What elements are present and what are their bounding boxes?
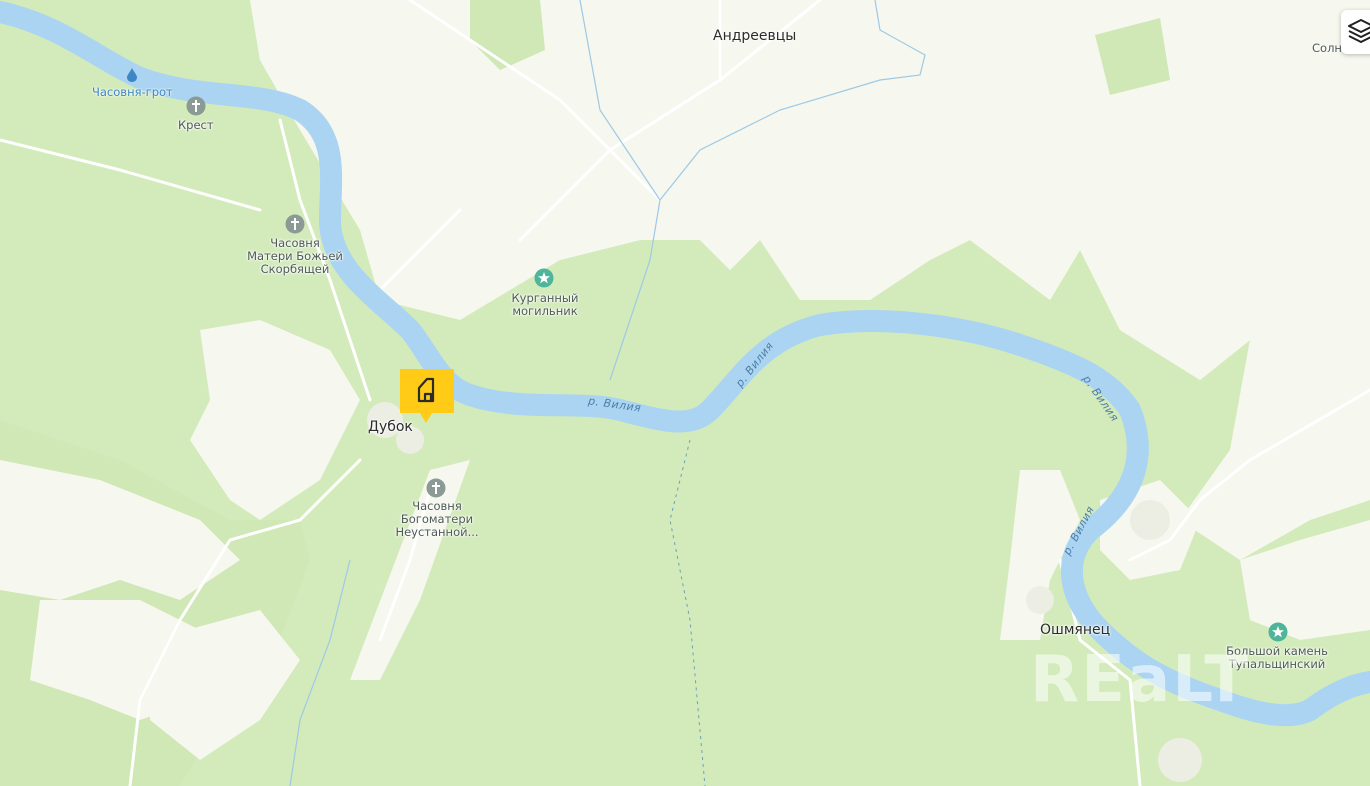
star-icon[interactable] xyxy=(1268,622,1288,643)
cross-icon[interactable] xyxy=(285,214,305,235)
map-view[interactable]: Андреевцы Дубок Ошмянец Солн Часовня-гро… xyxy=(0,0,1370,786)
star-icon[interactable] xyxy=(534,268,554,289)
layers-icon xyxy=(1348,19,1370,43)
poi-label-cross[interactable]: Крест xyxy=(178,119,214,132)
town-label-andreevtsy[interactable]: Андреевцы xyxy=(713,29,796,43)
poi-label-chapel-perpetual[interactable]: Часовня Богоматери Неустанной... xyxy=(392,500,482,539)
layers-button[interactable] xyxy=(1341,10,1370,54)
listing-marker[interactable] xyxy=(398,367,456,425)
cross-icon[interactable] xyxy=(186,96,206,117)
watermark: REaLT xyxy=(1030,643,1251,717)
cross-icon[interactable] xyxy=(426,478,446,499)
town-label-oshmyanets[interactable]: Ошмянец xyxy=(1040,623,1110,637)
house-icon xyxy=(400,369,454,423)
poi-label-chapel-sorrowful[interactable]: Часовня Матери Божьей Скорбящей xyxy=(246,237,344,276)
water-drop-icon[interactable] xyxy=(126,68,138,83)
town-label-solne[interactable]: Солн xyxy=(1312,42,1342,55)
poi-label-kurgan[interactable]: Курганный могильник xyxy=(504,292,586,318)
poi-label-grotto[interactable]: Часовня-грот xyxy=(92,86,173,99)
